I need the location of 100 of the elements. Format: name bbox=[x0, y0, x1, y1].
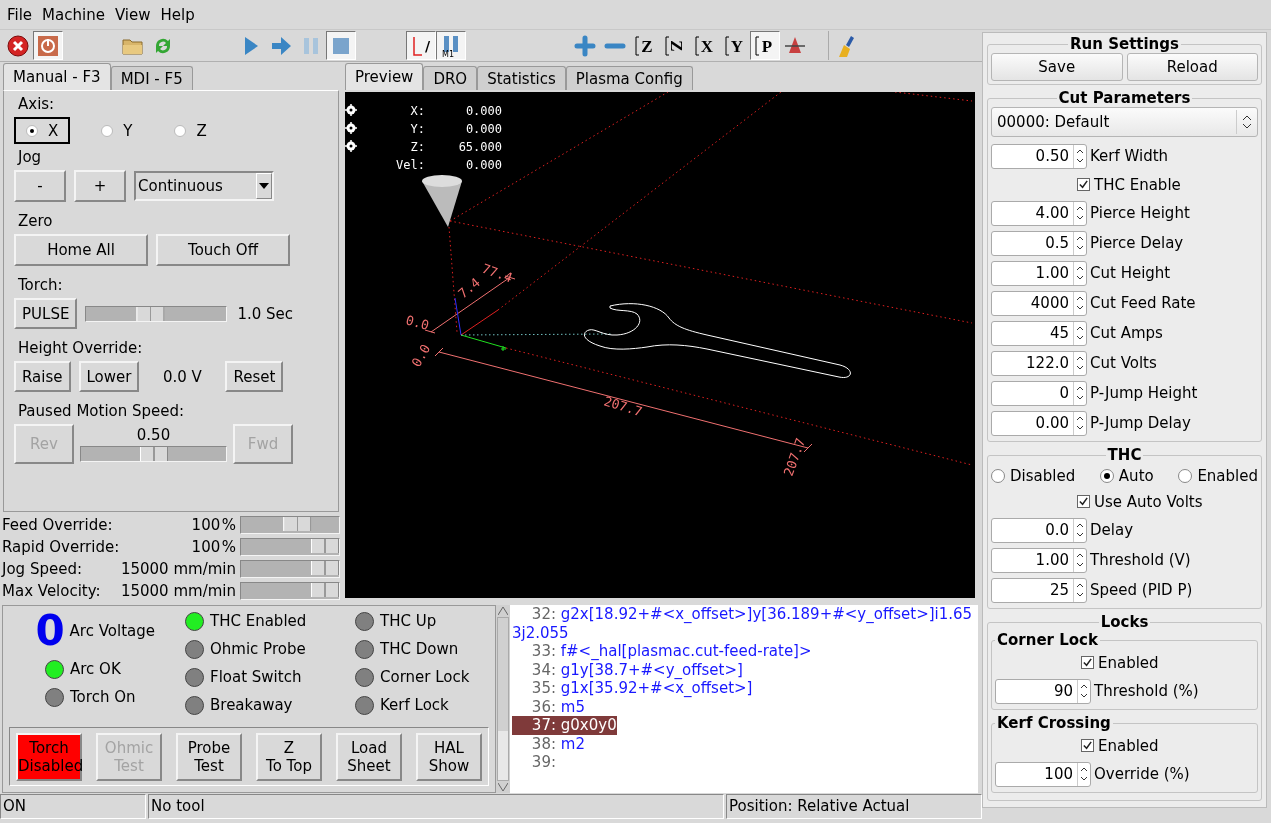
spin-box[interactable]: 45 bbox=[991, 320, 1087, 346]
spin-arrows-icon[interactable] bbox=[1073, 201, 1086, 225]
gcode-line[interactable]: 33: f#<_hal[plasmac.cut-feed-rate]> bbox=[512, 642, 812, 661]
spin-arrows-icon[interactable] bbox=[1073, 548, 1086, 572]
spin-arrows-icon[interactable] bbox=[1073, 321, 1086, 345]
zero-button[interactable]: Home All bbox=[14, 234, 148, 266]
override-label: Rapid Override: bbox=[2, 537, 120, 556]
pulse-button[interactable]: PULSE bbox=[14, 298, 78, 329]
field-label: Speed (PID P) bbox=[1090, 581, 1193, 599]
checkbox-label: Use Auto Volts bbox=[1094, 492, 1203, 511]
spin-arrows-icon[interactable] bbox=[1073, 518, 1086, 542]
tab[interactable]: Manual - F3 bbox=[3, 63, 111, 90]
spin-box[interactable]: 1.00 bbox=[991, 547, 1087, 573]
spin-arrows-icon[interactable] bbox=[1073, 578, 1086, 602]
spin-arrows-icon[interactable] bbox=[1073, 291, 1086, 315]
mode-radio[interactable]: Auto bbox=[1099, 467, 1154, 485]
spin-arrows-icon[interactable] bbox=[1073, 351, 1086, 375]
led-label: Kerf Lock bbox=[380, 696, 449, 714]
spin-box[interactable]: 100 bbox=[995, 761, 1091, 787]
panel-button[interactable]: Load Sheet bbox=[336, 732, 402, 781]
menu-item[interactable]: View bbox=[109, 2, 156, 27]
spin-arrows-icon[interactable] bbox=[1073, 144, 1086, 168]
panel-button[interactable]: Torch Disabled bbox=[16, 732, 82, 781]
settings-button[interactable]: Reload bbox=[1126, 53, 1258, 81]
scroll-up-icon[interactable] bbox=[498, 607, 508, 615]
panel-button[interactable]: Z To Top bbox=[256, 732, 322, 781]
menu-item[interactable]: Help bbox=[155, 2, 200, 27]
dro-value: 0.000 bbox=[465, 158, 502, 172]
checkbox[interactable] bbox=[1077, 178, 1090, 191]
section-label: Height Override: bbox=[17, 338, 143, 358]
tab[interactable]: Preview bbox=[345, 63, 424, 90]
spin-arrows-icon[interactable] bbox=[1077, 762, 1090, 786]
spin-box[interactable]: 0.50 bbox=[991, 143, 1087, 169]
gcode-line[interactable]: 35: g1x[35.92+#<x_offset>] bbox=[512, 679, 753, 698]
slider-thumb[interactable] bbox=[311, 538, 339, 553]
panel-button[interactable]: HAL Show bbox=[416, 732, 482, 781]
spin-box[interactable]: 122.0 bbox=[991, 350, 1087, 376]
led-label: Ohmic Probe bbox=[210, 640, 306, 658]
status-field: Position: Relative Actual bbox=[726, 794, 982, 819]
spin-box[interactable]: 1.00 bbox=[991, 260, 1087, 286]
panel-button[interactable]: Probe Test bbox=[176, 732, 242, 781]
toolbar-button[interactable] bbox=[33, 31, 63, 60]
spin-arrows-icon[interactable] bbox=[1073, 231, 1086, 255]
axis-radio[interactable]: Z bbox=[163, 117, 218, 144]
menu-item[interactable]: Machine bbox=[37, 2, 110, 27]
checkbox[interactable] bbox=[1081, 739, 1094, 752]
spin-box[interactable]: 0 bbox=[991, 380, 1087, 406]
slider-thumb[interactable] bbox=[283, 516, 311, 531]
menu-item[interactable]: File bbox=[2, 2, 38, 27]
checkbox[interactable] bbox=[1081, 656, 1094, 669]
gcode-line[interactable]: 38: m2 bbox=[512, 734, 585, 753]
slider-thumb[interactable] bbox=[139, 447, 168, 461]
spin-box[interactable]: 4.00 bbox=[991, 200, 1087, 226]
field-label: Kerf Width bbox=[1090, 147, 1169, 165]
zoom-in-icon bbox=[573, 33, 597, 58]
slider-thumb[interactable] bbox=[136, 306, 165, 321]
checkbox-label: Enabled bbox=[1098, 653, 1159, 672]
tab[interactable]: DRO bbox=[423, 66, 478, 90]
reset-button[interactable]: Reset bbox=[225, 361, 284, 392]
gcode-line[interactable]: 34: g1y[38.7+#<y_offset>] bbox=[512, 660, 743, 679]
spin-arrows-icon[interactable] bbox=[1073, 261, 1086, 285]
tab[interactable]: Plasma Config bbox=[565, 66, 693, 90]
led-label: THC Enabled bbox=[210, 612, 307, 630]
override-value: 15000 mm/min bbox=[120, 581, 236, 600]
raise-button[interactable]: Raise bbox=[14, 361, 71, 392]
spin-arrows-icon[interactable] bbox=[1073, 411, 1086, 435]
checkbox[interactable] bbox=[1077, 495, 1090, 508]
tool-cone-drawing bbox=[422, 175, 462, 227]
field-label: Cut Height bbox=[1090, 264, 1171, 282]
slider-thumb[interactable] bbox=[311, 560, 339, 575]
spin-box[interactable]: 90 bbox=[995, 678, 1091, 704]
tab[interactable]: Statistics bbox=[477, 66, 566, 90]
material-dropdown[interactable]: 00000: Default bbox=[991, 107, 1258, 137]
spin-box[interactable]: 4000 bbox=[991, 290, 1087, 316]
spin-box[interactable]: 25 bbox=[991, 577, 1087, 603]
field-label: P-Jump Delay bbox=[1090, 414, 1191, 432]
section-label: Zero bbox=[17, 211, 53, 231]
slider-thumb[interactable] bbox=[311, 582, 339, 597]
axis-radio[interactable]: X bbox=[14, 117, 71, 144]
tab[interactable]: MDI - F5 bbox=[110, 66, 193, 90]
spin-box[interactable]: 0.5 bbox=[991, 230, 1087, 256]
settings-button[interactable]: Save bbox=[991, 53, 1123, 81]
zero-button[interactable]: Touch Off bbox=[156, 234, 290, 266]
section-label: Axis: bbox=[17, 94, 55, 114]
mode-radio[interactable]: Disabled bbox=[991, 467, 1076, 485]
spin-arrows-icon[interactable] bbox=[1077, 679, 1090, 703]
jog-mode-dropdown[interactable]: Continuous bbox=[134, 171, 274, 201]
lower-button[interactable]: Lower bbox=[78, 361, 140, 392]
gcode-line[interactable]: 36: m5 bbox=[512, 697, 585, 716]
jog-button[interactable]: + bbox=[74, 170, 126, 202]
mode-radio[interactable]: Enabled bbox=[1178, 467, 1258, 485]
jog-button[interactable]: - bbox=[14, 170, 66, 202]
gcode-line[interactable]: 39: bbox=[512, 753, 556, 772]
scrollbar[interactable] bbox=[496, 605, 510, 793]
spin-box[interactable]: 0.0 bbox=[991, 517, 1087, 543]
spin-box[interactable]: 0.00 bbox=[991, 410, 1087, 436]
toolbar-button[interactable] bbox=[326, 31, 356, 60]
spin-arrows-icon[interactable] bbox=[1073, 381, 1086, 405]
axis-radio[interactable]: Y bbox=[90, 117, 144, 144]
scroll-down-icon[interactable] bbox=[498, 783, 508, 791]
